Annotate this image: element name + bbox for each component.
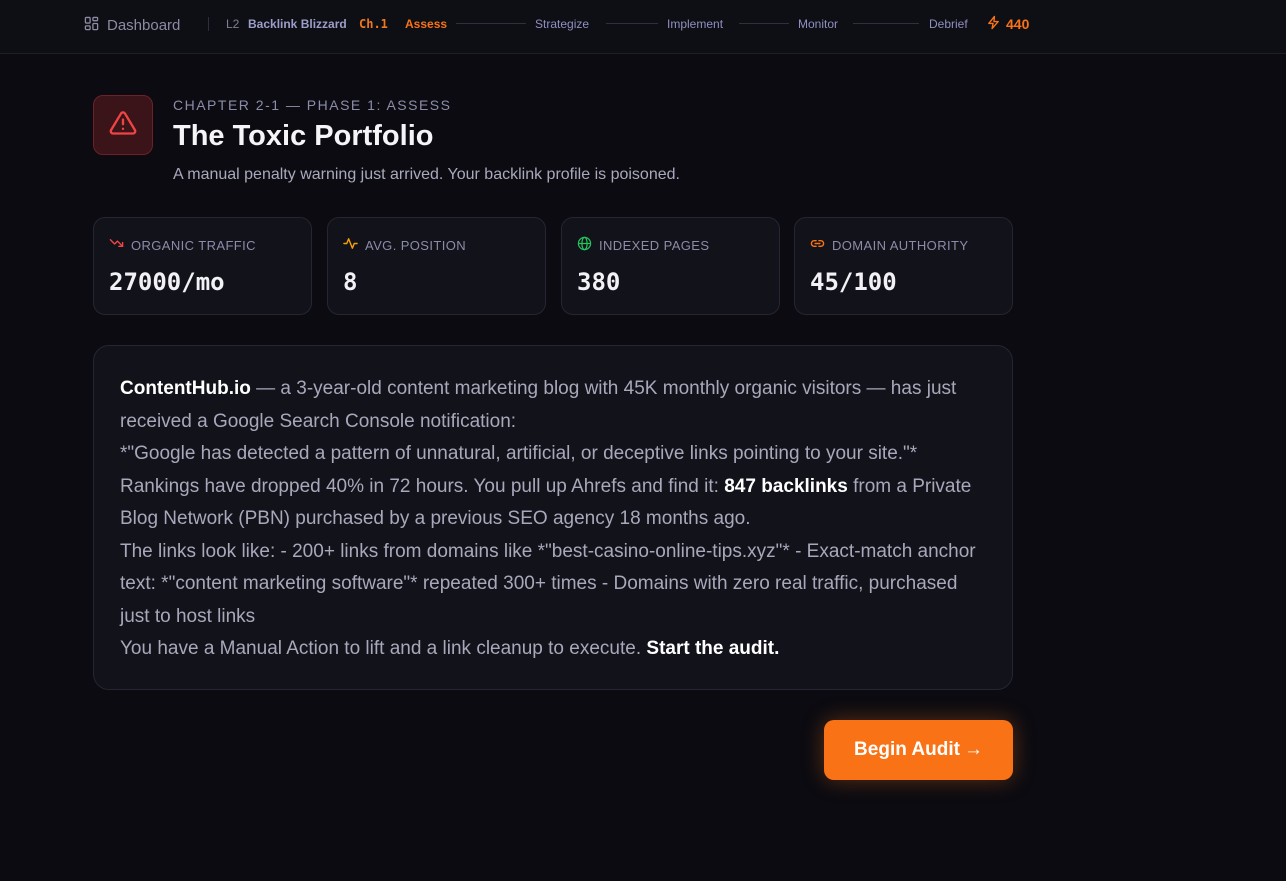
stat-value: 27000/mo xyxy=(109,268,225,296)
backlink-count: 847 backlinks xyxy=(724,475,848,497)
chapter-eyebrow: CHAPTER 2-1 — PHASE 1: ASSESS xyxy=(173,97,452,113)
step-assess[interactable]: Assess xyxy=(405,17,447,31)
top-bar: Dashboard L2 Backlink Blizzard Ch.1 Asse… xyxy=(0,0,1286,54)
activity-icon xyxy=(343,236,358,254)
step-connector xyxy=(853,23,919,24)
level-badge: L2 xyxy=(226,17,240,31)
stat-card-domain-authority: DOMAIN AUTHORITY 45/100 xyxy=(794,217,1013,315)
lightning-icon xyxy=(986,15,1001,33)
stat-label: AVG. POSITION xyxy=(365,237,467,253)
stat-label: INDEXED PAGES xyxy=(599,237,710,253)
briefing-paragraph: ContentHub.io — a 3-year-old content mar… xyxy=(120,378,957,432)
step-connector xyxy=(456,23,526,24)
xp-counter: 440 xyxy=(986,15,1029,33)
warning-icon xyxy=(109,109,137,142)
arrow-right-icon: → xyxy=(963,739,983,760)
nav-divider xyxy=(208,17,209,31)
dashboard-label: Dashboard xyxy=(107,17,181,34)
globe-icon xyxy=(577,236,592,254)
begin-audit-button[interactable]: Begin Audit → xyxy=(824,720,1013,780)
stat-card-indexed-pages: INDEXED PAGES 380 xyxy=(561,217,780,315)
page-subtitle: A manual penalty warning just arrived. Y… xyxy=(173,166,680,183)
briefing-paragraph: *"Google has detected a pattern of unnat… xyxy=(120,443,918,464)
stat-label: ORGANIC TRAFFIC xyxy=(131,237,256,253)
stat-card-organic-traffic: ORGANIC TRAFFIC 27000/mo xyxy=(93,217,312,315)
stat-value: 380 xyxy=(577,268,621,296)
dashboard-link[interactable]: Dashboard xyxy=(84,16,180,35)
link-icon xyxy=(810,236,825,254)
briefing-paragraph: You have a Manual Action to lift and a l… xyxy=(120,638,780,659)
briefing-paragraph: The links look like: - 200+ links from d… xyxy=(120,540,976,627)
stat-label: DOMAIN AUTHORITY xyxy=(832,237,969,253)
begin-audit-label: Begin Audit xyxy=(854,739,960,760)
stat-value: 45/100 xyxy=(810,268,897,296)
step-debrief[interactable]: Debrief xyxy=(929,17,968,31)
dashboard-icon xyxy=(84,16,99,35)
page-title: The Toxic Portfolio xyxy=(173,120,434,152)
xp-value: 440 xyxy=(1006,16,1030,32)
step-implement[interactable]: Implement xyxy=(667,17,723,31)
step-monitor[interactable]: Monitor xyxy=(798,17,838,31)
briefing-paragraph: Rankings have dropped 40% in 72 hours. Y… xyxy=(120,475,972,530)
trending-down-icon xyxy=(109,236,124,254)
stat-value: 8 xyxy=(343,268,358,296)
chapter-badge: Ch.1 xyxy=(359,17,388,31)
scenario-briefing: ContentHub.io — a 3-year-old content mar… xyxy=(93,345,1013,690)
stat-card-avg-position: AVG. POSITION 8 xyxy=(327,217,546,315)
step-strategize[interactable]: Strategize xyxy=(535,17,589,31)
step-connector xyxy=(739,23,789,24)
course-name: Backlink Blizzard xyxy=(248,17,347,31)
step-connector xyxy=(606,23,658,24)
warning-badge xyxy=(93,95,153,155)
call-to-action-text: Start the audit. xyxy=(646,638,780,659)
site-name: ContentHub.io xyxy=(120,378,251,399)
